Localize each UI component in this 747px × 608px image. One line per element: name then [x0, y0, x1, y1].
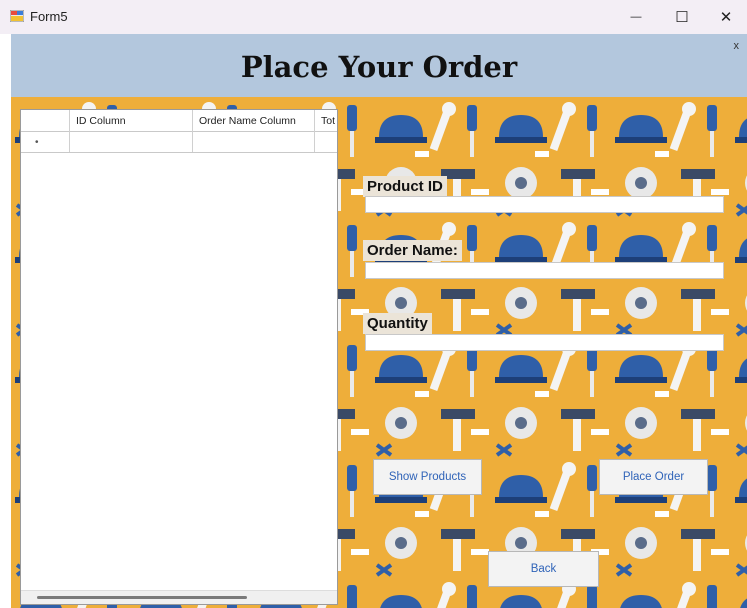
maximize-button[interactable]: ☐ — [662, 4, 702, 30]
grid-column-header-id[interactable]: ID Column — [70, 110, 193, 131]
scrollbar-thumb[interactable] — [37, 596, 247, 599]
orders-grid[interactable]: ID Column Order Name Column Tot • — [20, 109, 338, 605]
window-titlebar: Form5 — ☐ ✕ — [0, 0, 747, 34]
maximize-icon: ☐ — [675, 9, 689, 26]
header-close-link[interactable]: x — [734, 40, 740, 52]
grid-cell-total[interactable] — [315, 131, 337, 152]
grid-row-header-corner — [21, 110, 70, 131]
place-order-button[interactable]: Place Order — [599, 459, 708, 495]
order-name-label: Order Name: — [363, 240, 462, 261]
grid-cell-order-name[interactable] — [193, 131, 315, 152]
grid-header-row: ID Column Order Name Column Tot — [21, 110, 337, 132]
product-id-label: Product ID — [363, 176, 447, 197]
app-icon — [10, 10, 24, 22]
header-panel: Place Your Order x — [11, 34, 747, 97]
table-row[interactable]: • — [21, 131, 337, 153]
quantity-label: Quantity — [363, 313, 432, 334]
new-row-marker: • — [35, 137, 39, 148]
window-title: Form5 — [30, 9, 68, 24]
back-button[interactable]: Back — [488, 551, 599, 587]
grid-column-header-order-name[interactable]: Order Name Column — [193, 110, 315, 131]
order-name-input[interactable] — [365, 262, 724, 279]
page-title: Place Your Order — [240, 50, 518, 84]
grid-horizontal-scrollbar[interactable] — [21, 590, 337, 604]
grid-cell-id[interactable] — [70, 131, 193, 152]
close-window-button[interactable]: ✕ — [706, 4, 746, 30]
row-header-cell[interactable]: • — [21, 131, 70, 152]
minimize-icon: — — [630, 11, 642, 23]
minimize-button[interactable]: — — [616, 4, 656, 30]
grid-column-header-total[interactable]: Tot — [315, 110, 337, 131]
quantity-input[interactable] — [365, 334, 724, 351]
close-icon: ✕ — [719, 9, 733, 26]
product-id-input[interactable] — [365, 196, 724, 213]
show-products-button[interactable]: Show Products — [373, 459, 482, 495]
